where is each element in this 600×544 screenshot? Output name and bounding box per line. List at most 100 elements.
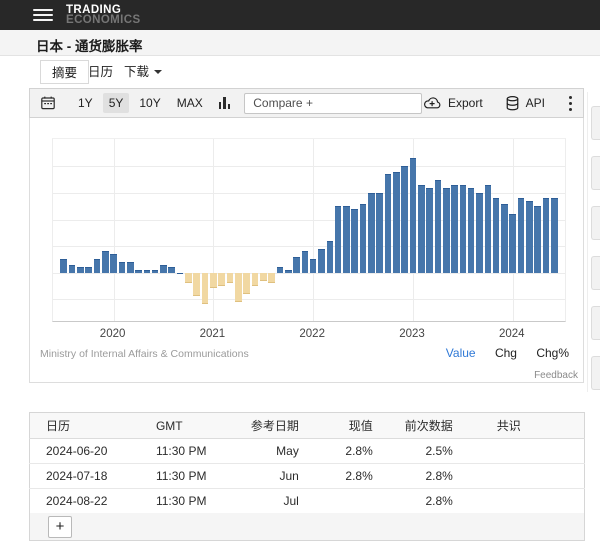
inflation-bar[interactable] [543, 198, 550, 272]
inflation-bar[interactable] [85, 267, 92, 272]
inflation-bar[interactable] [152, 270, 159, 273]
cutoff-panel-block [591, 206, 600, 240]
cell-gmt: 11:30 PM [140, 464, 235, 489]
inflation-bar[interactable] [443, 188, 450, 273]
inflation-bar[interactable] [218, 273, 225, 286]
x-axis-labels: 20202021202220232024 [52, 328, 566, 342]
inflation-bar[interactable] [393, 172, 400, 273]
plot-area[interactable] [52, 138, 566, 322]
feedback-link[interactable]: Feedback [534, 370, 578, 381]
cell-consensus [469, 464, 585, 489]
inflation-bar[interactable] [376, 193, 383, 273]
inflation-bar[interactable] [160, 265, 167, 273]
inflation-bar[interactable] [268, 273, 275, 284]
site-logo[interactable]: TRADING ECONOMICS [66, 5, 141, 25]
inflation-bar[interactable] [185, 273, 192, 284]
range-max-button[interactable]: MAX [171, 93, 209, 113]
inflation-bar[interactable] [385, 174, 392, 272]
view-chg-link[interactable]: Chg [495, 346, 517, 360]
view-value-link[interactable]: Value [446, 346, 476, 360]
table-row[interactable]: 2024-07-18 11:30 PM Jun 2.8% 2.8% [30, 464, 585, 489]
inflation-bar[interactable] [343, 206, 350, 272]
inflation-bar[interactable] [468, 188, 475, 273]
inflation-bar[interactable] [77, 267, 84, 272]
inflation-bar[interactable] [360, 204, 367, 273]
inflation-bar[interactable] [69, 265, 76, 273]
inflation-bar[interactable] [260, 273, 267, 281]
inflation-bar[interactable] [210, 273, 217, 289]
inflation-bar[interactable] [227, 273, 234, 284]
tab-download[interactable]: 下载 [124, 60, 162, 84]
inflation-bar[interactable] [277, 267, 284, 272]
cell-previous: 2.5% [389, 439, 469, 464]
inflation-bar[interactable] [327, 241, 334, 273]
tab-summary[interactable]: 摘要 [41, 60, 89, 84]
inflation-bar[interactable] [418, 185, 425, 273]
table-footer: + [29, 513, 585, 541]
range-10y-button[interactable]: 10Y [133, 93, 166, 113]
inflation-bar[interactable] [310, 259, 317, 272]
inflation-bar[interactable] [476, 193, 483, 273]
inflation-bar[interactable] [518, 198, 525, 272]
range-1y-button[interactable]: 1Y [72, 93, 99, 113]
y-gridline [53, 273, 565, 274]
logo-line-2: ECONOMICS [66, 15, 141, 25]
inflation-bar[interactable] [202, 273, 209, 305]
inflation-bar[interactable] [460, 185, 467, 273]
inflation-bar[interactable] [252, 273, 259, 286]
range-5y-button[interactable]: 5Y [103, 93, 130, 113]
inflation-bar[interactable] [401, 166, 408, 272]
inflation-bar[interactable] [94, 259, 101, 272]
inflation-bar[interactable] [193, 273, 200, 297]
col-header-actual: 现值 [329, 413, 389, 439]
view-chgpct-link[interactable]: Chg% [536, 346, 569, 360]
chart-type-columns-icon[interactable] [219, 97, 233, 109]
inflation-bar[interactable] [285, 270, 292, 273]
cell-date: 2024-07-18 [30, 464, 140, 489]
inflation-bar[interactable] [168, 267, 175, 272]
inflation-bar[interactable] [410, 158, 417, 272]
inflation-bar[interactable] [177, 273, 184, 274]
inflation-bar[interactable] [110, 254, 117, 273]
compare-input[interactable] [244, 93, 422, 114]
inflation-bar[interactable] [335, 206, 342, 272]
inflation-bar[interactable] [426, 188, 433, 273]
inflation-bar[interactable] [501, 204, 508, 273]
table-row[interactable]: 2024-06-20 11:30 PM May 2.8% 2.5% [30, 439, 585, 464]
inflation-bar[interactable] [293, 257, 300, 273]
inflation-bar[interactable] [144, 270, 151, 273]
inflation-bar[interactable] [235, 273, 242, 302]
inflation-bar[interactable] [351, 209, 358, 273]
inflation-bar[interactable] [526, 201, 533, 273]
x-tick-label: 2023 [390, 328, 434, 340]
export-button[interactable]: Export [422, 95, 483, 111]
add-row-button[interactable]: + [48, 516, 72, 538]
toolbar-right-group: Export API [422, 94, 583, 112]
inflation-bar[interactable] [368, 193, 375, 273]
tab-download-label: 下载 [124, 65, 149, 79]
y-gridline [53, 299, 565, 300]
inflation-bar[interactable] [135, 270, 142, 273]
inflation-bar[interactable] [60, 259, 67, 272]
inflation-bar[interactable] [243, 273, 250, 294]
table-row[interactable]: 2024-08-22 11:30 PM Jul 2.8% [30, 489, 585, 514]
inflation-bar[interactable] [485, 185, 492, 273]
tab-calendar[interactable]: 日历 [88, 60, 113, 84]
api-button[interactable]: API [505, 95, 545, 112]
inflation-bar[interactable] [119, 262, 126, 273]
more-options-kebab-icon[interactable] [563, 94, 577, 112]
inflation-bar[interactable] [534, 206, 541, 272]
inflation-bar[interactable] [493, 198, 500, 272]
inflation-bar[interactable] [435, 180, 442, 273]
inflation-bar[interactable] [127, 262, 134, 273]
inflation-bar[interactable] [451, 185, 458, 273]
cell-gmt: 11:30 PM [140, 489, 235, 514]
inflation-bar[interactable] [551, 198, 558, 272]
hamburger-menu-icon[interactable] [33, 9, 53, 22]
inflation-bar[interactable] [302, 251, 309, 272]
inflation-bar[interactable] [509, 214, 516, 273]
date-range-calendar-icon[interactable] [40, 95, 56, 111]
inflation-bar[interactable] [102, 251, 109, 272]
cell-reference: Jul [235, 489, 329, 514]
inflation-bar[interactable] [318, 249, 325, 273]
